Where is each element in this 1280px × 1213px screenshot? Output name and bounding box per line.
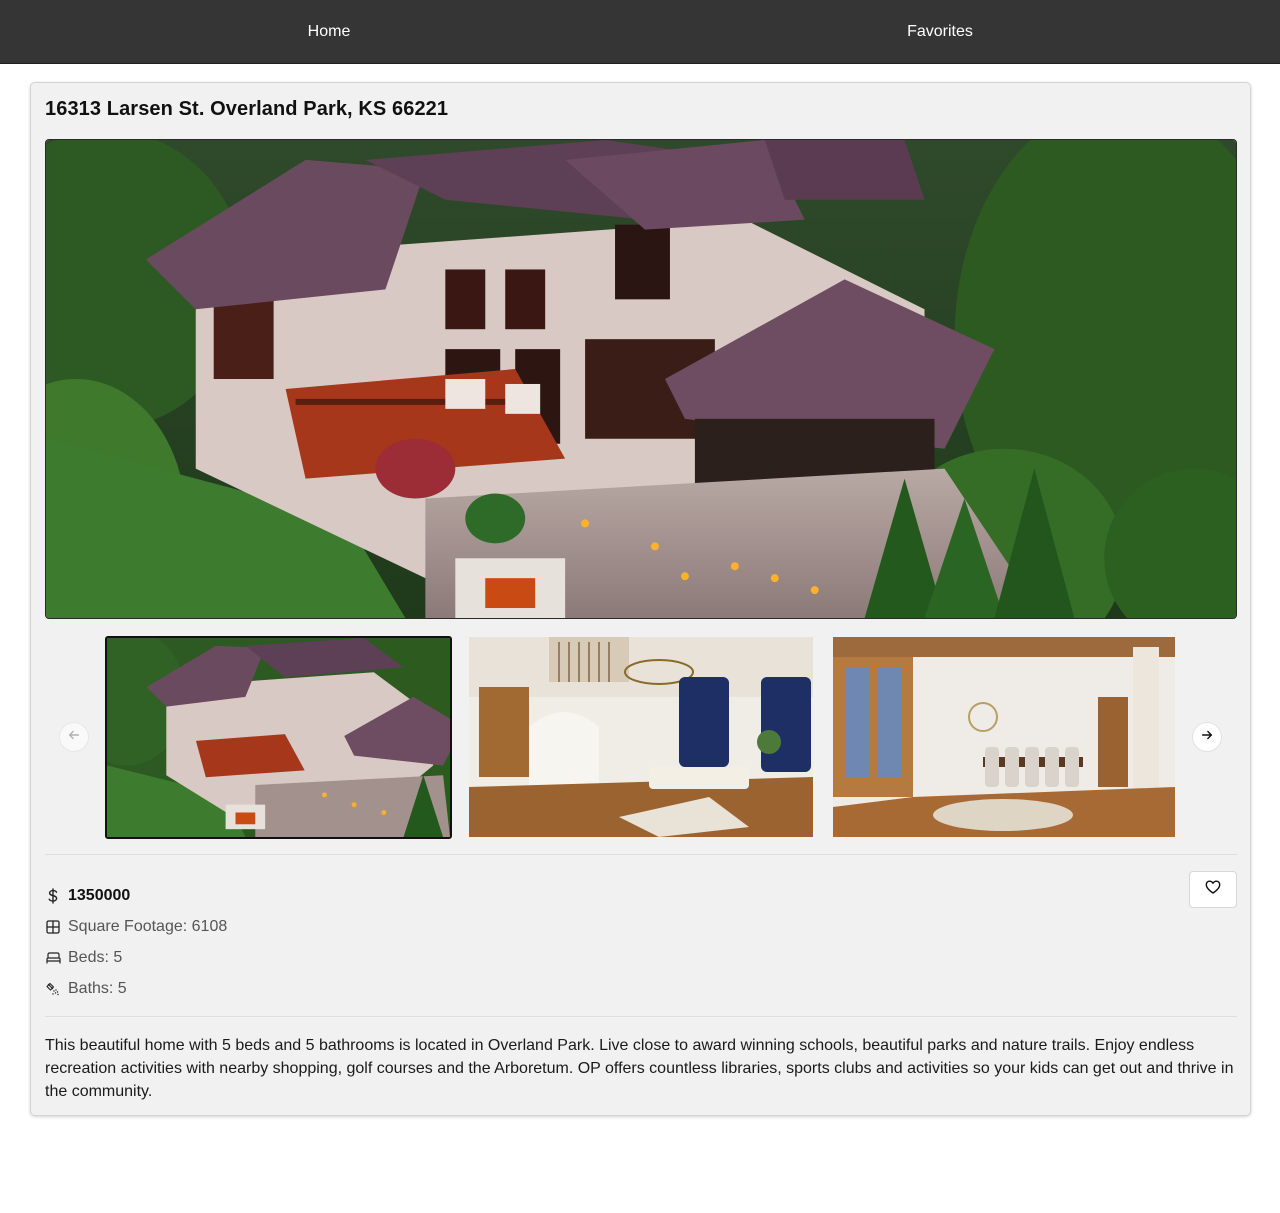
- bed-icon: [45, 950, 61, 966]
- thumbnail-living-room[interactable]: [469, 637, 813, 837]
- dollar-icon: [45, 888, 61, 904]
- section-divider: [45, 1016, 1237, 1017]
- arrow-right-icon: [1200, 728, 1214, 747]
- baths-value: Baths: 5: [68, 980, 127, 997]
- hero-image: [45, 139, 1237, 619]
- shower-icon: [45, 981, 61, 997]
- price-value: 1350000: [68, 887, 131, 904]
- listing-card: 16313 Larsen St. Overland Park, KS 66221: [30, 82, 1251, 1116]
- square-footage-value: Square Footage: 6108: [68, 918, 228, 935]
- nav-favorites-link[interactable]: Favorites: [890, 0, 990, 64]
- favorite-button[interactable]: [1189, 871, 1237, 908]
- nav-home-link[interactable]: Home: [288, 0, 370, 64]
- top-navbar: Home Favorites: [0, 0, 1280, 64]
- carousel-prev-button[interactable]: [59, 722, 89, 752]
- thumbnail-dining-room[interactable]: [833, 637, 1175, 837]
- baths-row: Baths: 5: [45, 980, 127, 998]
- beds-value: Beds: 5: [68, 949, 123, 966]
- heart-icon: [1205, 880, 1221, 899]
- arrow-left-icon: [67, 728, 81, 747]
- section-divider: [45, 854, 1237, 855]
- thumbnail-exterior[interactable]: [105, 636, 452, 839]
- beds-row: Beds: 5: [45, 949, 122, 967]
- carousel-next-button[interactable]: [1192, 722, 1222, 752]
- listing-address-title: 16313 Larsen St. Overland Park, KS 66221: [45, 98, 449, 120]
- price-row: 1350000: [45, 887, 130, 905]
- grid-icon: [45, 919, 61, 935]
- listing-description: This beautiful home with 5 beds and 5 ba…: [45, 1037, 1234, 1100]
- square-footage-row: Square Footage: 6108: [45, 918, 227, 936]
